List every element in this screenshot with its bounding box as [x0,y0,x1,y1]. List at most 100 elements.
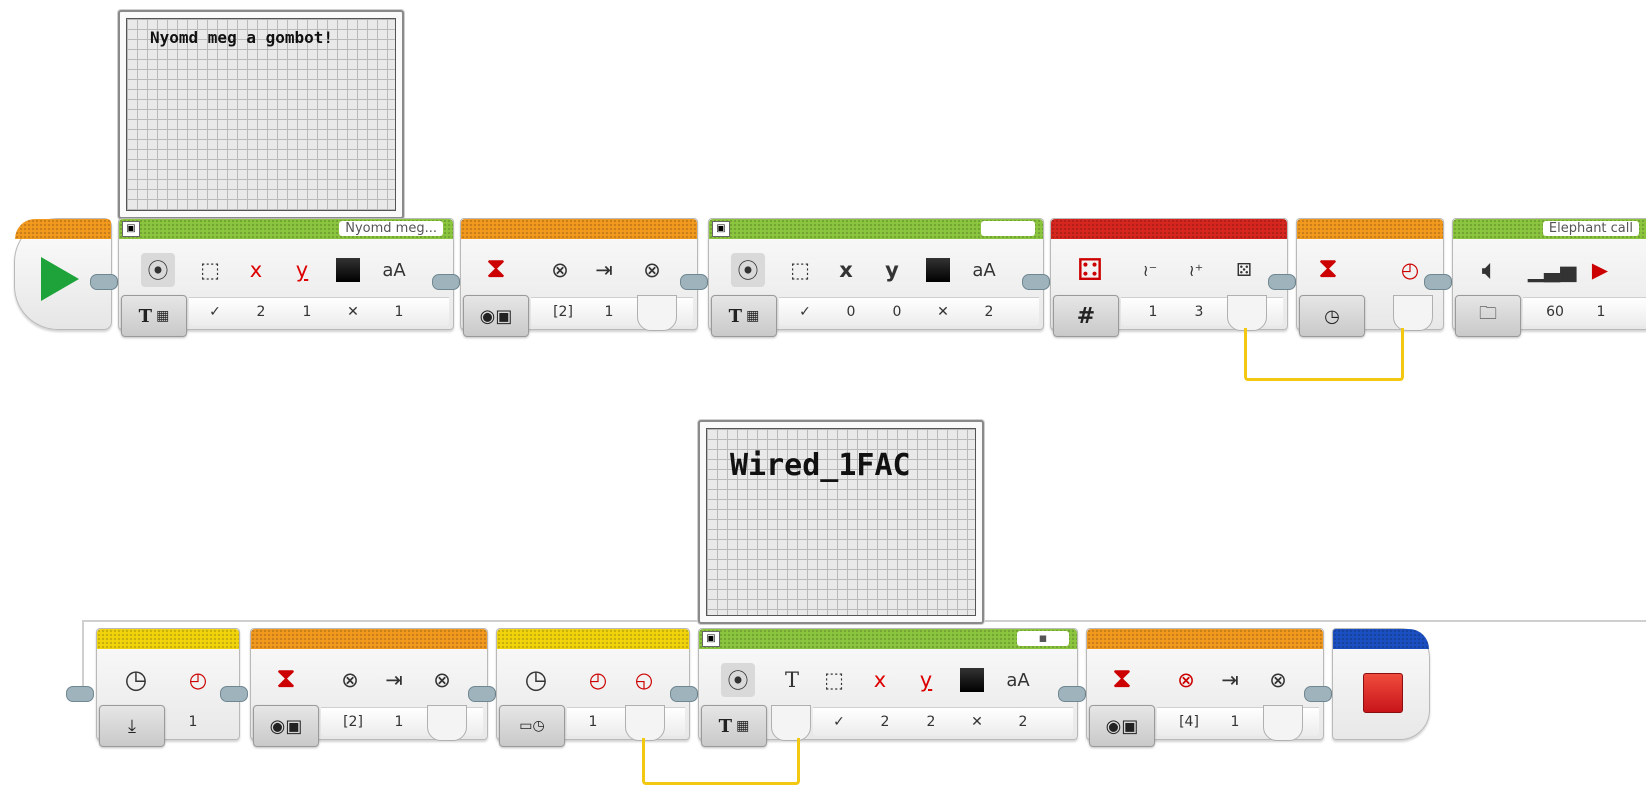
clear-icon[interactable]: ⬚ [193,253,227,287]
clear-icon[interactable]: ⬚ [817,663,851,697]
timer-output-icon[interactable]: ◵ [627,663,661,697]
sound-file-label[interactable]: Elephant call [1542,221,1639,236]
random-block[interactable]: ⚃ ≀⁻ ≀⁺ ⚄ # 1 3 [1050,218,1288,337]
color-icon[interactable] [955,663,989,697]
brick-button-icon[interactable]: ⊗ [1169,663,1203,697]
y-coordinate-icon[interactable]: y [909,663,943,697]
data-wire[interactable] [642,738,800,785]
lower-bound-icon[interactable]: ≀⁻ [1133,253,1167,287]
param-value[interactable]: 1 [287,301,327,323]
param-value[interactable]: 2 [1003,711,1043,733]
param-value[interactable]: 2 [865,711,905,733]
sequence-plug[interactable] [66,686,94,702]
brick-button-icon[interactable]: ⊗ [333,663,367,697]
param-value[interactable]: ✕ [333,301,373,323]
output-slot[interactable] [1227,295,1267,331]
param-value[interactable]: [2] [333,711,373,733]
param-value[interactable]: 1 [1581,301,1621,323]
sequence-plug[interactable] [1268,274,1296,290]
sequence-plug[interactable] [1304,686,1332,702]
mode-selector[interactable]: 🗀︎ [1455,295,1521,337]
param-value[interactable]: [2] [543,301,583,323]
mode-selector[interactable]: ▭◷ [499,705,565,747]
wait-timer-block[interactable]: ⧗ ◴ ◷ [1296,218,1444,337]
output-slot[interactable] [1263,705,1303,741]
x-coordinate-icon[interactable]: x [239,253,273,287]
output-slot[interactable] [1393,295,1433,331]
font-icon[interactable]: aA [967,253,1001,287]
sequence-plug[interactable] [468,686,496,702]
param-value[interactable]: 1 [1215,711,1255,733]
dice-output-icon[interactable]: ⚄ [1227,253,1261,287]
sequence-plug[interactable] [432,274,460,290]
output-slot[interactable] [637,295,677,331]
sequence-plug[interactable] [1058,686,1086,702]
output-slot[interactable] [427,705,467,741]
brick-button-icon[interactable]: ⊗ [1261,663,1295,697]
param-value[interactable]: ✓ [195,301,235,323]
timer-read-block[interactable]: ◷ ◴ ◵ ▭◷ 1 [496,628,690,747]
play-type-icon[interactable]: ▶ [1583,253,1617,287]
param-value[interactable]: [4] [1169,711,1209,733]
volume-icon[interactable]: ▁▃▅ [1528,253,1576,287]
param-value[interactable]: ✕ [957,711,997,733]
param-value[interactable]: ✓ [819,711,859,733]
sequence-plug[interactable] [1022,274,1050,290]
param-value[interactable]: 0 [877,301,917,323]
stop-block[interactable] [1332,628,1430,740]
param-value[interactable]: 3 [1179,301,1219,323]
mode-selector[interactable]: ◉▣ [253,705,319,747]
mode-selector[interactable]: ◉▣ [1089,705,1155,747]
text-input-slot[interactable] [771,705,811,741]
timer-reset-block[interactable]: ◷ ◴ ⤓ 1 [96,628,240,747]
font-icon[interactable]: aA [1001,663,1035,697]
param-value[interactable]: ✕ [923,301,963,323]
timer-icon[interactable]: ◴ [1393,253,1427,287]
y-coordinate-icon[interactable]: y [285,253,319,287]
display-label[interactable] [981,221,1035,236]
clear-icon[interactable]: ⬚ [783,253,817,287]
color-icon[interactable] [331,253,365,287]
param-value[interactable]: 0 [831,301,871,323]
upper-bound-icon[interactable]: ≀⁺ [1179,253,1213,287]
x-coordinate-icon[interactable]: x [863,663,897,697]
y-coordinate-icon[interactable]: y [875,253,909,287]
display-block-3[interactable]: ▣ ▪ ⦿ T ⬚ x y aA T ▦ ✓ 2 2 ✕ 2 [698,628,1078,747]
mode-selector[interactable]: T ▦ [121,295,187,337]
brick-button-icon[interactable]: ⊗ [425,663,459,697]
param-value[interactable]: 1 [379,711,419,733]
wired-label[interactable]: ▪ [1017,631,1069,646]
param-value[interactable]: 2 [911,711,951,733]
data-wire[interactable] [1244,328,1404,381]
sequence-plug[interactable] [1424,274,1452,290]
wait-block-2[interactable]: ⧗ ⊗ ⇥ ⊗ ◉▣ [2] 1 [250,628,488,747]
sequence-plug[interactable] [220,686,248,702]
param-value[interactable]: 1 [573,711,613,733]
sound-block[interactable]: Elephant call 🔈︎ ▁▃▅ ▶ 🗀︎ 60 1 [1452,218,1646,337]
display-block-2[interactable]: ▣ ⦿ ⬚ x y aA T ▦ ✓ 0 0 ✕ 2 [708,218,1044,337]
param-value[interactable]: 1 [589,301,629,323]
font-icon[interactable]: aA [377,253,411,287]
mode-selector[interactable]: ◉▣ [463,295,529,337]
timer-number-icon[interactable]: ◴ [581,663,615,697]
display-block-1[interactable]: ▣ Nyomd meg... ⦿ ⬚ x y aA T ▦ ✓ 2 1 ✕ 1 [118,218,454,337]
output-slot[interactable] [625,705,665,741]
text-input-icon[interactable]: T [775,663,809,697]
mode-selector[interactable]: T ▦ [711,295,777,337]
sequence-plug[interactable] [90,274,118,290]
x-coordinate-icon[interactable]: x [829,253,863,287]
sequence-plug[interactable] [670,686,698,702]
wait-block-1[interactable]: ⧗ ⊗ ⇥ ⊗ ◉▣ [2] 1 [460,218,698,337]
brick-button-icon[interactable]: ⊗ [543,253,577,287]
compare-icon[interactable]: ⇥ [1213,663,1247,697]
compare-icon[interactable]: ⇥ [587,253,621,287]
brick-button-icon[interactable]: ⊗ [635,253,669,287]
sequence-plug[interactable] [680,274,708,290]
param-value[interactable]: 1 [173,711,213,733]
compare-icon[interactable]: ⇥ [377,663,411,697]
param-value[interactable]: 1 [1133,301,1173,323]
param-value[interactable]: 2 [241,301,281,323]
mode-selector[interactable]: ⤓ [99,705,165,747]
play-icon[interactable] [41,257,79,301]
display-label[interactable]: Nyomd meg... [339,221,443,236]
